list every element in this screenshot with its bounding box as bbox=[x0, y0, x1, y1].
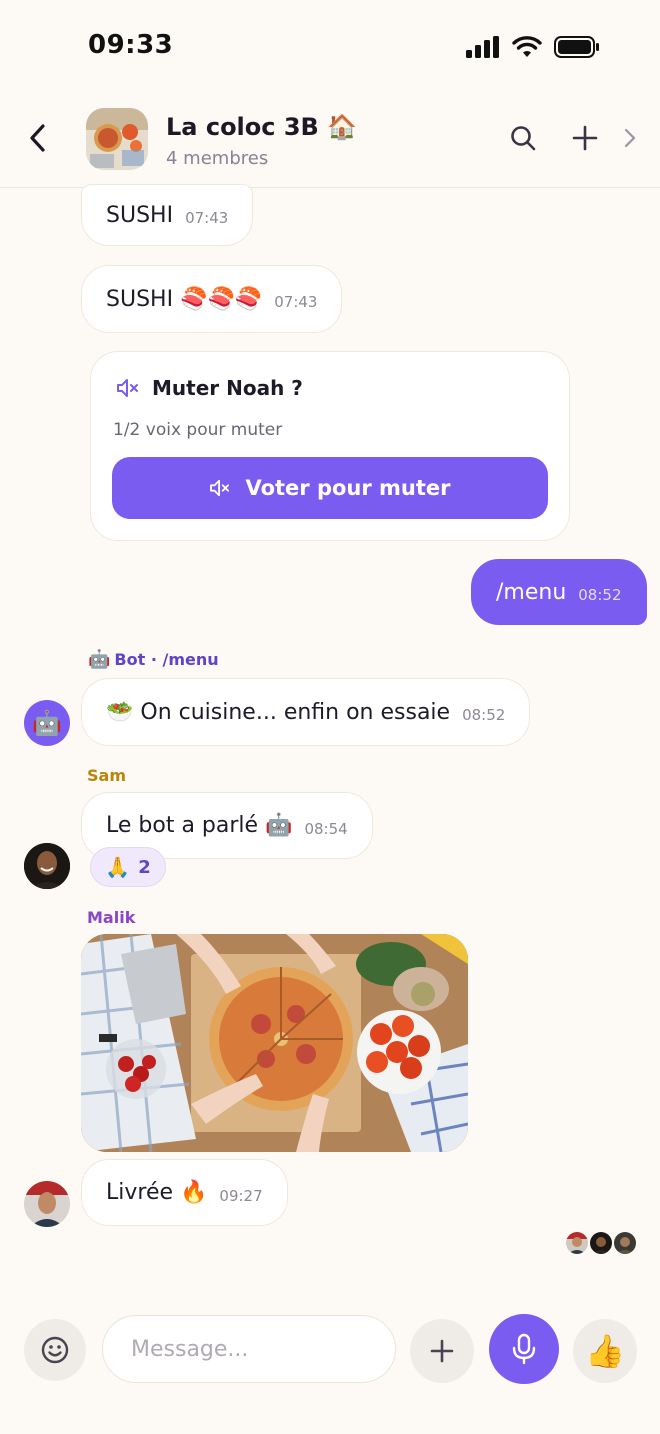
message-text: SUSHI bbox=[106, 202, 174, 228]
voice-message-button[interactable] bbox=[489, 1314, 559, 1384]
bot-avatar-emoji: 🤖 bbox=[32, 709, 62, 737]
wifi-icon bbox=[512, 36, 542, 57]
bot-message-bubble[interactable]: 🥗 On cuisine... enfin on essaie 08:52 bbox=[81, 678, 531, 746]
battery-icon bbox=[554, 36, 599, 58]
bot-sender-emoji: 🤖 bbox=[88, 649, 111, 670]
message-time: 08:52 bbox=[462, 706, 506, 724]
poll-vote-count: 1/2 voix pour muter bbox=[113, 420, 283, 440]
bot-sender-separator: · bbox=[145, 650, 163, 669]
more-button[interactable] bbox=[616, 122, 644, 154]
mic-icon bbox=[512, 1333, 536, 1365]
emoji-button[interactable] bbox=[24, 1319, 86, 1381]
read-receipt-avatar bbox=[614, 1232, 636, 1254]
malik-sender-label: Malik bbox=[87, 908, 136, 927]
bot-sender-label: 🤖 Bot · /menu bbox=[88, 649, 219, 670]
reaction-count: 2 bbox=[138, 856, 151, 878]
reaction-badge[interactable]: 🙏 2 bbox=[90, 847, 166, 887]
vote-mute-button[interactable]: Voter pour muter bbox=[112, 457, 548, 519]
shared-photo-pizza[interactable] bbox=[81, 934, 468, 1152]
message-time: 08:54 bbox=[304, 819, 348, 838]
message-text: Livrée 🔥 bbox=[106, 1180, 208, 1205]
status-time: 09:33 bbox=[88, 30, 174, 60]
message-bubble[interactable]: SUSHI 🍣🍣🍣 07:43 bbox=[81, 265, 343, 333]
group-avatar[interactable] bbox=[86, 108, 148, 170]
sam-avatar[interactable] bbox=[24, 843, 70, 889]
signal-icon bbox=[466, 36, 499, 58]
outgoing-message-bubble[interactable]: /menu 08:52 bbox=[471, 559, 647, 625]
malik-message-bubble[interactable]: Livrée 🔥 09:27 bbox=[81, 1159, 288, 1226]
message-time: 07:43 bbox=[185, 209, 229, 227]
message-time: 09:27 bbox=[219, 1186, 263, 1205]
emoji-icon bbox=[41, 1336, 69, 1364]
search-icon bbox=[511, 126, 536, 151]
quick-like-button[interactable]: 👍 bbox=[573, 1319, 637, 1383]
message-time: 07:43 bbox=[274, 293, 318, 311]
bot-sender-name: Bot bbox=[114, 650, 146, 669]
poll-title: Muter Noah ? bbox=[152, 376, 303, 400]
mute-icon bbox=[117, 379, 138, 397]
message-text: Le bot a parlé 🤖 bbox=[106, 813, 293, 838]
member-count[interactable]: 4 membres bbox=[166, 148, 268, 169]
message-input[interactable] bbox=[102, 1315, 396, 1383]
mute-icon bbox=[210, 479, 230, 497]
reaction-emoji: 🙏 bbox=[105, 855, 131, 879]
bot-command: /menu bbox=[162, 650, 219, 669]
attach-button[interactable] bbox=[410, 1319, 474, 1383]
chevron-right-icon bbox=[624, 128, 636, 148]
plus-icon bbox=[572, 125, 598, 151]
back-icon bbox=[30, 124, 45, 152]
add-button[interactable] bbox=[569, 122, 601, 154]
message-text: 🥗 On cuisine... enfin on essaie bbox=[106, 699, 451, 725]
message-text: SUSHI 🍣🍣🍣 bbox=[106, 286, 263, 312]
message-time: 08:52 bbox=[578, 586, 622, 604]
status-icons bbox=[466, 36, 600, 58]
back-button[interactable] bbox=[24, 120, 52, 156]
sam-sender-label: Sam bbox=[87, 766, 126, 785]
plus-icon bbox=[430, 1339, 454, 1363]
chat-title[interactable]: La coloc 3B 🏠 bbox=[166, 113, 357, 141]
search-button[interactable] bbox=[507, 122, 539, 154]
vote-mute-label: Voter pour muter bbox=[245, 476, 451, 500]
malik-avatar[interactable] bbox=[24, 1181, 70, 1227]
read-receipt-avatar bbox=[590, 1232, 612, 1254]
read-receipt-avatar bbox=[566, 1232, 588, 1254]
message-bubble[interactable]: SUSHI 07:43 bbox=[81, 184, 254, 246]
read-receipts bbox=[566, 1232, 636, 1254]
bot-avatar[interactable]: 🤖 bbox=[24, 700, 70, 746]
message-text: /menu bbox=[496, 579, 567, 605]
thumbs-up-icon: 👍 bbox=[585, 1332, 625, 1370]
